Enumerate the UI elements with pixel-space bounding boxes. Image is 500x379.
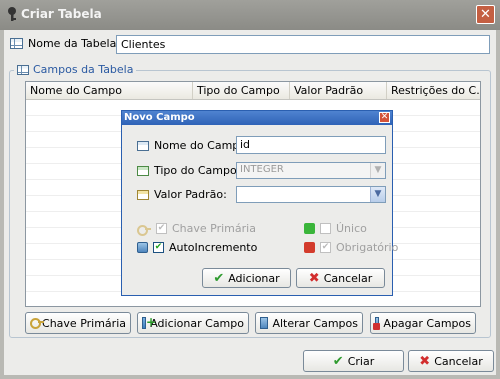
chave-primaria-checkbox-row: ✔ Chave Primária (137, 222, 256, 236)
chevron-down-icon: ▼ (370, 163, 385, 178)
chave-primaria-button-label: Chave Primária (42, 316, 126, 330)
unico-label: Único (336, 222, 367, 235)
valor-padrao-label: Valor Padrão: (154, 188, 227, 201)
autoincremento-checkbox-row: ✔ AutoIncremento (137, 241, 257, 254)
field-name-icon (137, 140, 149, 151)
title-bar[interactable]: Criar Tabela ✕ (0, 0, 500, 30)
check-icon: ✔ (332, 353, 344, 369)
unico-checkbox-row: Único (304, 222, 367, 235)
nome-campo-input[interactable]: id (236, 136, 386, 154)
window-title: Criar Tabela (21, 7, 102, 21)
adicionar-campo-button[interactable]: Adicionar Campo (137, 312, 249, 334)
campos-table-header: Nome do Campo Tipo do Campo Valor Padrão… (26, 82, 480, 100)
adicionar-campo-button-label: Adicionar Campo (150, 316, 244, 330)
dialog-cancelar-button[interactable]: ✖ Cancelar (296, 268, 385, 288)
check-icon: ✔ (213, 270, 225, 286)
delete-fields-icon (373, 317, 381, 330)
criar-button-label: Criar (347, 354, 375, 368)
dialog-cancelar-label: Cancelar (323, 271, 373, 285)
autoincremento-label: AutoIncremento (169, 241, 258, 254)
dialog-adicionar-button[interactable]: ✔ Adicionar (202, 268, 291, 288)
novo-campo-dialog: Novo Campo ✕ Nome do Campo: id Tipo do C… (121, 110, 398, 296)
cancel-icon: ✖ (308, 270, 320, 286)
cancel-icon: ✖ (419, 353, 431, 369)
dialog-close-button[interactable]: ✕ (379, 112, 390, 123)
chave-primaria-checkbox[interactable]: ✔ (156, 223, 167, 234)
nome-tabela-input[interactable]: Clientes (116, 35, 490, 54)
autoincrement-icon (137, 242, 148, 253)
dialog-title-bar[interactable]: Novo Campo ✕ (122, 111, 392, 125)
column-header-valor[interactable]: Valor Padrão (290, 82, 387, 99)
chevron-down-icon: ▼ (370, 187, 385, 202)
nome-tabela-row: Nome da Tabela: (10, 37, 120, 50)
tipo-campo-label: Tipo do Campo: (154, 164, 241, 177)
autoincremento-checkbox[interactable]: ✔ (153, 242, 164, 253)
column-header-tipo[interactable]: Tipo do Campo (193, 82, 290, 99)
campos-legend-label: Campos da Tabela (33, 63, 134, 76)
chave-primaria-button[interactable]: Chave Primária (25, 312, 131, 334)
edit-fields-icon (260, 317, 269, 329)
add-field-icon (142, 315, 157, 329)
table-icon (10, 38, 23, 49)
column-header-restricoes[interactable]: Restrições do C... (387, 82, 480, 99)
obrigatorio-checkbox-row: ✔ Obrigatório (304, 241, 398, 254)
alterar-campos-button-label: Alterar Campos (272, 316, 358, 330)
valor-padrao-row: Valor Padrão: (137, 188, 227, 201)
key-app-icon (8, 7, 16, 21)
window-close-button[interactable]: ✕ (476, 5, 495, 24)
cancelar-button-label: Cancelar (434, 354, 483, 368)
cancelar-button[interactable]: ✖ Cancelar (408, 350, 494, 372)
tipo-campo-row: Tipo do Campo: (137, 164, 240, 177)
chave-primaria-label: Chave Primária (172, 222, 256, 235)
dialog-adicionar-label: Adicionar (228, 271, 280, 285)
default-value-icon (137, 189, 149, 200)
unique-icon (304, 223, 315, 234)
obrigatorio-label: Obrigatório (336, 241, 399, 254)
required-icon (304, 242, 315, 253)
key-icon (30, 317, 45, 329)
apagar-campos-button[interactable]: Apagar Campos (370, 312, 476, 334)
tipo-campo-select[interactable]: INTEGER ▼ (236, 162, 386, 179)
alterar-campos-button[interactable]: Alterar Campos (255, 312, 363, 334)
tipo-campo-value: INTEGER (240, 164, 284, 175)
field-type-icon (137, 165, 149, 176)
criar-button[interactable]: ✔ Criar (303, 350, 404, 372)
dialog-title: Novo Campo (124, 112, 195, 123)
apagar-campos-button-label: Apagar Campos (383, 316, 471, 330)
obrigatorio-checkbox[interactable]: ✔ (320, 242, 331, 253)
valor-padrao-select[interactable]: ▼ (236, 186, 386, 203)
key-icon (137, 224, 151, 236)
fields-icon (17, 64, 29, 75)
criar-tabela-window: Criar Tabela ✕ Nome da Tabela: Clientes … (0, 0, 500, 379)
unico-checkbox[interactable] (320, 223, 331, 234)
nome-campo-row: Nome do Campo: (137, 139, 250, 152)
nome-tabela-label: Nome da Tabela: (28, 37, 121, 50)
column-header-nome[interactable]: Nome do Campo (26, 82, 193, 99)
campos-legend: Campos da Tabela (14, 63, 137, 76)
